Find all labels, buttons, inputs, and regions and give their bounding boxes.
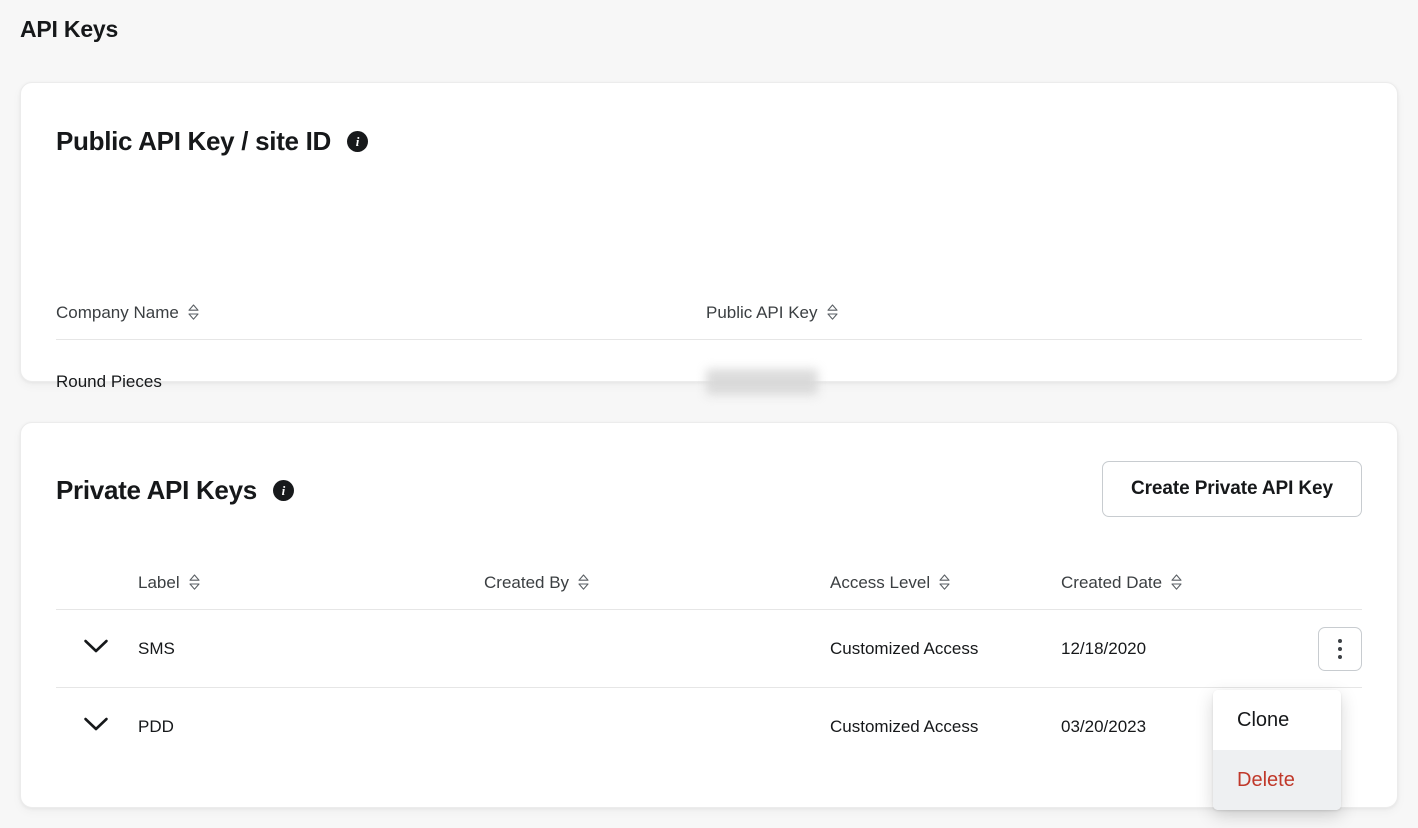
redacted-api-key bbox=[706, 369, 818, 395]
sort-icon[interactable] bbox=[188, 304, 199, 320]
table-header-row: Company Name Public API Key bbox=[56, 303, 1362, 340]
row-actions-menu-button[interactable] bbox=[1318, 627, 1362, 671]
cell-public-api-key bbox=[706, 340, 1362, 424]
table-header-row: Label Created By bbox=[56, 573, 1362, 610]
kebab-dot bbox=[1338, 647, 1342, 651]
column-header-company-name[interactable]: Company Name bbox=[56, 303, 706, 340]
info-icon[interactable]: i bbox=[273, 480, 294, 501]
chevron-down-icon[interactable] bbox=[83, 716, 109, 732]
column-header-expander bbox=[56, 573, 138, 610]
column-header-public-api-key[interactable]: Public API Key bbox=[706, 303, 1362, 340]
table-row: Round Pieces bbox=[56, 340, 1362, 424]
column-header-public-api-key-label: Public API Key bbox=[706, 303, 818, 323]
chevron-down-icon[interactable] bbox=[83, 638, 109, 654]
sort-icon[interactable] bbox=[189, 574, 200, 590]
sort-icon[interactable] bbox=[939, 574, 950, 590]
row-context-menu: Clone Delete bbox=[1213, 690, 1341, 810]
private-api-keys-heading-text: Private API Keys bbox=[56, 475, 257, 506]
cell-created-date: 12/18/2020 bbox=[1061, 610, 1261, 688]
menu-item-delete[interactable]: Delete bbox=[1213, 750, 1341, 810]
public-api-key-table: Company Name Public API Key bbox=[56, 303, 1362, 424]
page-title: API Keys bbox=[20, 16, 118, 43]
private-api-keys-card: Private API Keys i Create Private API Ke… bbox=[20, 422, 1398, 808]
sort-icon[interactable] bbox=[578, 574, 589, 590]
kebab-dot bbox=[1338, 655, 1342, 659]
column-header-created-date[interactable]: Created Date bbox=[1061, 573, 1261, 610]
kebab-dot bbox=[1338, 639, 1342, 643]
column-header-created-by[interactable]: Created By bbox=[484, 573, 830, 610]
column-header-access-level[interactable]: Access Level bbox=[830, 573, 1061, 610]
info-icon[interactable]: i bbox=[347, 131, 368, 152]
public-api-key-card: Public API Key / site ID i Company Name bbox=[20, 82, 1398, 382]
menu-item-clone[interactable]: Clone bbox=[1213, 690, 1341, 750]
cell-access-level: Customized Access bbox=[830, 688, 1061, 766]
expand-row-toggle[interactable] bbox=[56, 688, 138, 766]
table-row: PDD Customized Access 03/20/2023 bbox=[56, 688, 1362, 766]
cell-created-by bbox=[484, 610, 830, 688]
column-header-label-label: Label bbox=[138, 573, 180, 593]
api-keys-page: API Keys Public API Key / site ID i Comp… bbox=[0, 0, 1418, 828]
public-api-key-heading: Public API Key / site ID i bbox=[56, 126, 368, 157]
column-header-created-date-label: Created Date bbox=[1061, 573, 1162, 593]
column-header-label[interactable]: Label bbox=[138, 573, 484, 610]
table-row: SMS Customized Access 12/18/2020 bbox=[56, 610, 1362, 688]
sort-icon[interactable] bbox=[1171, 574, 1182, 590]
cell-label: SMS bbox=[138, 610, 484, 688]
cell-actions bbox=[1261, 610, 1362, 688]
cell-access-level: Customized Access bbox=[830, 610, 1061, 688]
column-header-created-by-label: Created By bbox=[484, 573, 569, 593]
column-header-company-name-label: Company Name bbox=[56, 303, 179, 323]
column-header-access-level-label: Access Level bbox=[830, 573, 930, 593]
cell-company-name: Round Pieces bbox=[56, 340, 706, 424]
private-api-keys-heading: Private API Keys i bbox=[56, 475, 294, 506]
cell-created-by bbox=[484, 688, 830, 766]
expand-row-toggle[interactable] bbox=[56, 610, 138, 688]
private-api-keys-table: Label Created By bbox=[56, 573, 1362, 766]
column-header-actions bbox=[1261, 573, 1362, 610]
sort-icon[interactable] bbox=[827, 304, 838, 320]
create-private-api-key-button[interactable]: Create Private API Key bbox=[1102, 461, 1362, 517]
public-api-key-heading-text: Public API Key / site ID bbox=[56, 126, 331, 157]
cell-label: PDD bbox=[138, 688, 484, 766]
